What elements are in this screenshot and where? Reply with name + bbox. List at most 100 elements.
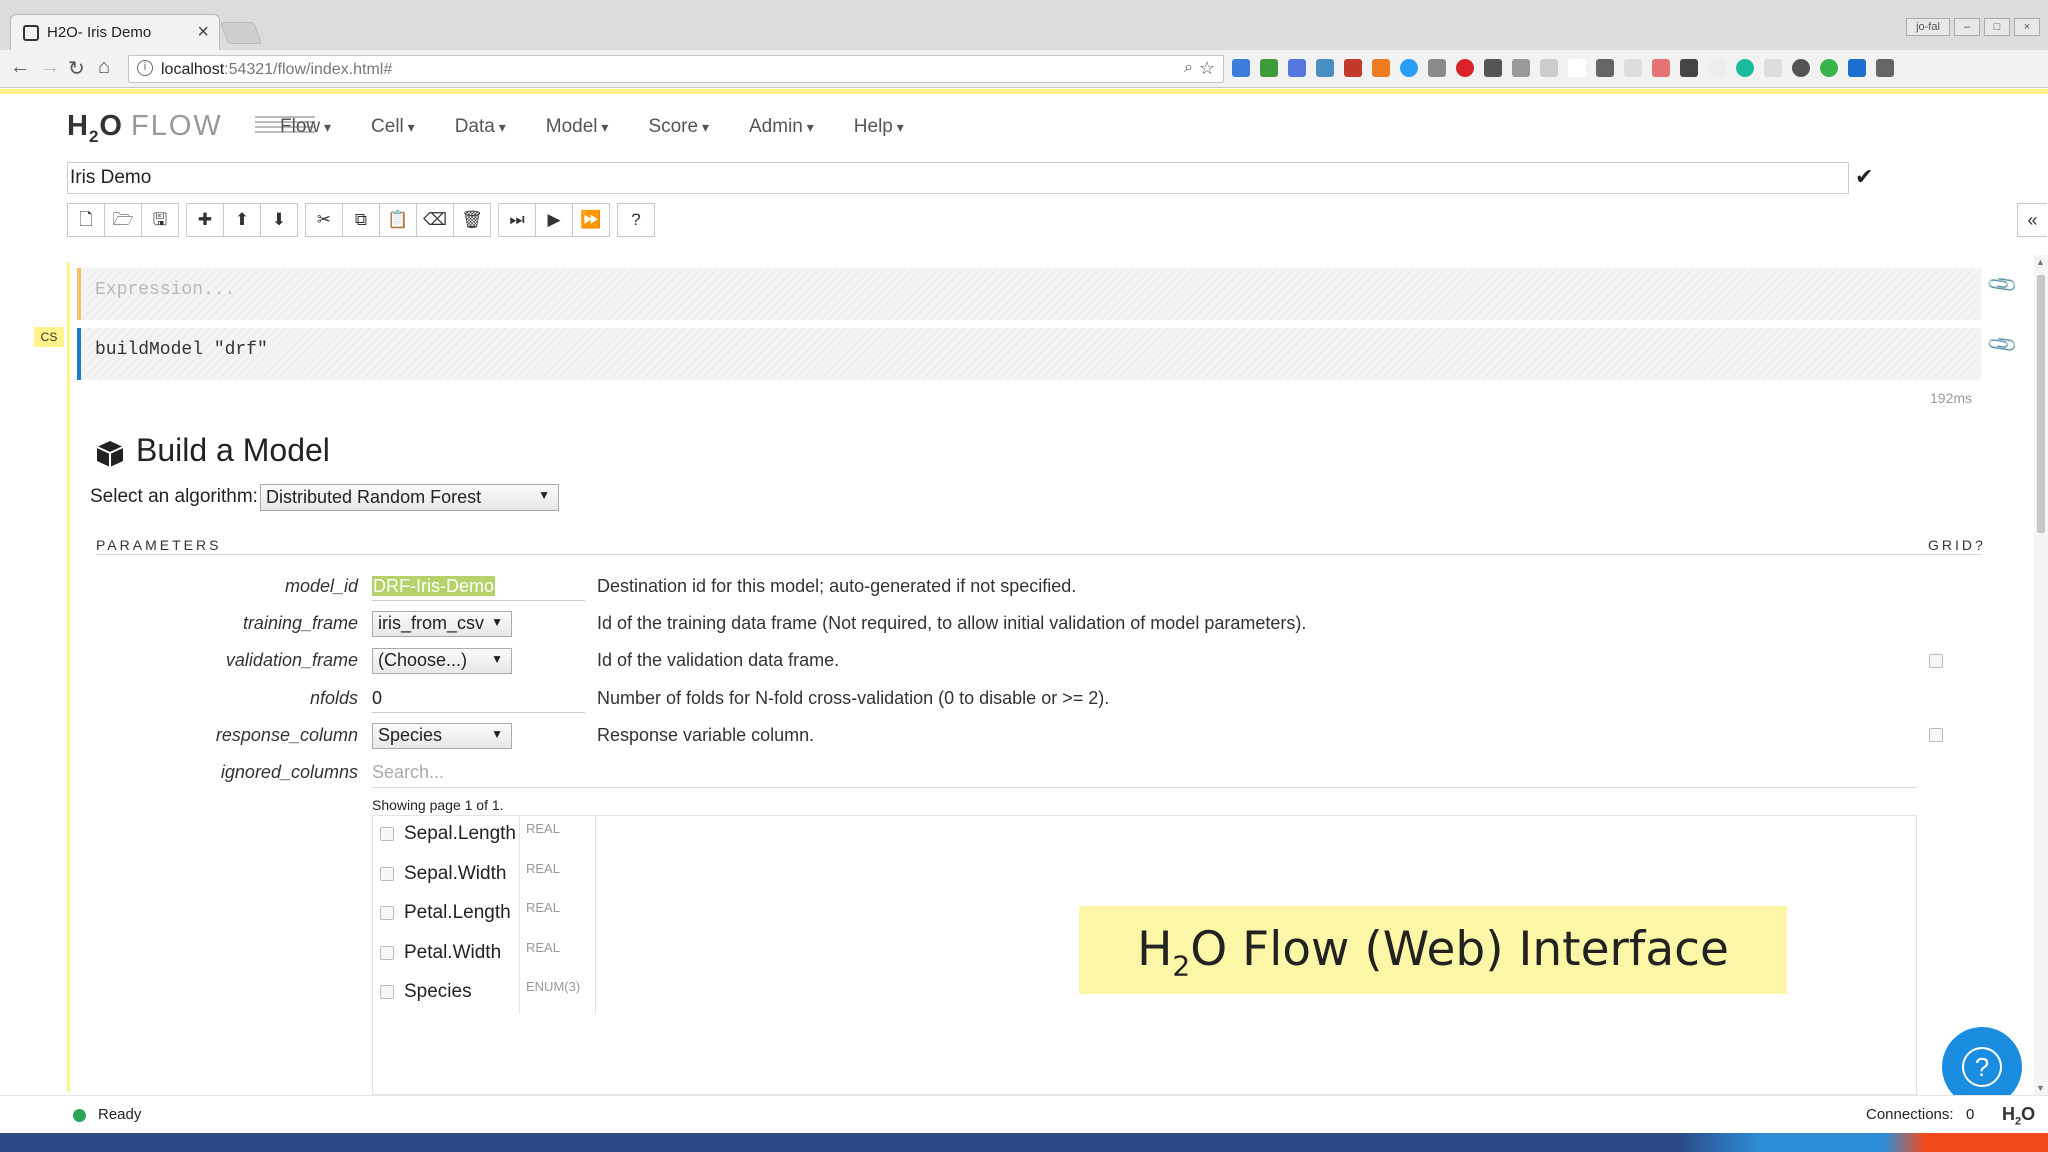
param-label-ignored-columns: ignored_columns — [220, 762, 358, 782]
divider — [96, 554, 1982, 555]
scrollbar[interactable]: ▲ ▼ — [2034, 255, 2048, 1095]
dropdown-caret-icon: ▼ — [538, 488, 550, 502]
extension-icon[interactable] — [1764, 59, 1782, 77]
param-desc-training-frame: Id of the training data frame (Not requi… — [597, 613, 1307, 633]
column-search-input[interactable]: Search... — [372, 762, 1917, 788]
nfolds-input[interactable]: 0 — [372, 688, 585, 713]
model-id-input[interactable]: DRF-Iris-Demo — [372, 576, 585, 601]
grid-checkbox-validation-frame[interactable] — [1929, 654, 1943, 668]
training-frame-select[interactable]: iris_from_csv ▼ — [372, 611, 512, 637]
extension-icon[interactable] — [1512, 59, 1530, 77]
extension-icon[interactable] — [1848, 59, 1866, 77]
step-forward-icon[interactable]: ⏭ — [498, 203, 536, 237]
extension-icon[interactable] — [1288, 59, 1306, 77]
paste-icon[interactable]: 📋 — [379, 203, 417, 237]
column-checkbox[interactable] — [380, 985, 394, 999]
new-flow-icon[interactable]: 🗋 — [67, 203, 105, 237]
algorithm-select[interactable]: Distributed Random Forest ▼ — [260, 484, 559, 511]
extension-icon[interactable] — [1372, 59, 1390, 77]
forward-arrow-icon[interactable]: → — [40, 56, 60, 79]
extension-icon[interactable] — [1344, 59, 1362, 77]
extension-icon[interactable] — [1260, 59, 1278, 77]
menu-icon[interactable] — [1876, 59, 1894, 77]
move-down-icon[interactable]: ⬇ — [260, 203, 298, 237]
save-icon[interactable]: 🖫 — [141, 203, 179, 237]
column-checkbox[interactable] — [380, 946, 394, 960]
delete-trash-icon[interactable]: 🗑 — [453, 203, 491, 237]
menu-cell[interactable]: Cell — [371, 116, 415, 138]
scroll-up-icon[interactable]: ▲ — [2036, 257, 2045, 267]
copy-icon[interactable]: ⧉ — [342, 203, 380, 237]
home-icon[interactable]: ⌂ — [98, 56, 110, 79]
extension-icon[interactable] — [1820, 59, 1838, 77]
extension-icon[interactable] — [1652, 59, 1670, 77]
maximize-button[interactable]: □ — [1984, 18, 2010, 36]
cut-icon[interactable]: ✂ — [305, 203, 343, 237]
browser-tabstrip: H2O- Iris Demo × jo-fal – □ × — [0, 0, 2048, 50]
collapse-sidebar-icon[interactable]: « — [2017, 203, 2047, 237]
insert-cell-icon[interactable]: ✚ — [186, 203, 224, 237]
zoom-icon[interactable]: ⌕ — [1184, 59, 1193, 77]
response-column-select[interactable]: Species ▼ — [372, 723, 512, 749]
extension-icon[interactable] — [1540, 59, 1558, 77]
expression-cell[interactable]: Expression... — [77, 268, 1981, 320]
extension-icon[interactable] — [1568, 59, 1586, 77]
minimize-button[interactable]: – — [1954, 18, 1980, 36]
adblock-icon[interactable] — [1456, 59, 1474, 77]
extension-icon[interactable] — [1736, 59, 1754, 77]
extension-icon[interactable] — [1232, 59, 1250, 77]
checkmark-icon[interactable]: ✔ — [1855, 164, 1873, 190]
browser-tab[interactable]: H2O- Iris Demo × — [10, 14, 220, 50]
url-text[interactable]: localhost:54321/flow/index.html# — [161, 61, 392, 79]
menu-model[interactable]: Model — [546, 116, 609, 138]
extension-icon[interactable] — [1400, 59, 1418, 77]
new-tab-button[interactable] — [219, 22, 263, 44]
validation-frame-select[interactable]: (Choose...) ▼ — [372, 648, 512, 674]
grid-checkbox-response-column[interactable] — [1929, 728, 1943, 742]
column-checkbox[interactable] — [380, 867, 394, 881]
extension-icon[interactable] — [1792, 59, 1810, 77]
h2o-flow-logo: H2O FLOW — [67, 110, 315, 147]
h2o-favicon-icon — [23, 25, 39, 41]
paperclip-icon[interactable]: 📎 — [1985, 267, 2020, 302]
profile-badge[interactable]: jo-fal — [1906, 18, 1950, 36]
info-icon[interactable]: i — [137, 60, 153, 76]
clear-eraser-icon[interactable]: ⌫ — [416, 203, 454, 237]
tab-close-icon[interactable]: × — [197, 21, 209, 44]
flow-name-input[interactable]: Iris Demo — [67, 162, 1849, 194]
run-icon[interactable]: ▶ — [535, 203, 573, 237]
extension-icon[interactable] — [1428, 59, 1446, 77]
close-window-button[interactable]: × — [2014, 18, 2040, 36]
help-circle-icon[interactable]: ? — [617, 203, 655, 237]
column-type: REAL — [526, 821, 560, 836]
menu-admin[interactable]: Admin — [749, 116, 814, 138]
menu-help[interactable]: Help — [854, 116, 904, 138]
menu-flow[interactable]: Flow — [280, 116, 331, 138]
notebook-top-accent — [0, 89, 2048, 94]
menu-data[interactable]: Data — [455, 116, 506, 138]
menu-score[interactable]: Score — [648, 116, 709, 138]
address-bar[interactable]: i localhost:54321/flow/index.html# ⌕ ☆ — [128, 55, 1224, 83]
extension-icon[interactable] — [1624, 59, 1642, 77]
run-all-icon[interactable]: ⏩ — [572, 203, 610, 237]
reload-icon[interactable]: ↻ — [68, 56, 85, 81]
dropdown-caret-icon: ▼ — [491, 615, 503, 629]
move-up-icon[interactable]: ⬆ — [223, 203, 261, 237]
column-checkbox[interactable] — [380, 827, 394, 841]
code-cell[interactable]: buildModel "drf" — [77, 328, 1981, 380]
open-folder-icon[interactable]: 🗁 — [104, 203, 142, 237]
window-controls: jo-fal – □ × — [1906, 18, 2040, 36]
extension-icon[interactable] — [1316, 59, 1334, 77]
extension-icon[interactable] — [1680, 59, 1698, 77]
extension-icon[interactable] — [1596, 59, 1614, 77]
parameters-heading: PARAMETERS — [96, 537, 222, 553]
connections-count: 0 — [1966, 1106, 1975, 1123]
extension-icon[interactable] — [1484, 59, 1502, 77]
column-checkbox[interactable] — [380, 906, 394, 920]
scroll-down-icon[interactable]: ▼ — [2036, 1083, 2045, 1093]
paperclip-icon[interactable]: 📎 — [1985, 327, 2020, 362]
back-arrow-icon[interactable]: ← — [10, 56, 30, 79]
bookmark-star-icon[interactable]: ☆ — [1199, 58, 1215, 79]
scrollbar-thumb[interactable] — [2037, 275, 2045, 533]
extension-icon[interactable] — [1708, 59, 1726, 77]
